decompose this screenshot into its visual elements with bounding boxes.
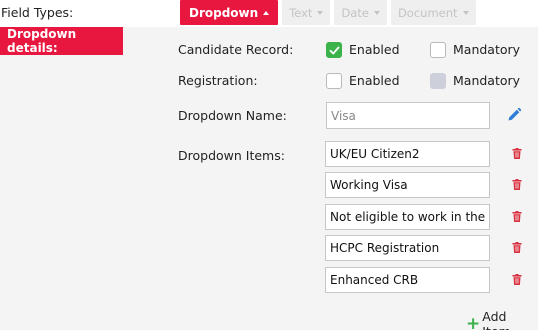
caret-down-icon <box>317 10 324 15</box>
dropdown-item-input[interactable]: HCPC Registration <box>325 235 490 261</box>
tab-date-label: Date <box>341 5 369 20</box>
candidate-record-label: Candidate Record: <box>178 42 294 57</box>
dropdown-item-input[interactable]: Not eligible to work in the U <box>325 204 490 230</box>
candidate-record-mandatory-label: Mandatory <box>453 42 521 57</box>
check-icon <box>329 46 340 55</box>
plus-icon: + <box>466 314 481 330</box>
tab-text-label: Text <box>289 5 313 20</box>
caret-down-icon <box>373 10 380 15</box>
trash-icon[interactable] <box>512 242 522 253</box>
candidate-record-enabled-checkbox[interactable] <box>326 42 342 58</box>
dropdown-items-label: Dropdown Items: <box>178 148 285 163</box>
candidate-record-mandatory-checkbox[interactable] <box>430 42 446 58</box>
caret-up-icon <box>263 10 270 15</box>
trash-icon[interactable] <box>512 179 522 190</box>
registration-enabled-checkbox[interactable] <box>326 73 342 89</box>
registration-label: Registration: <box>178 73 258 88</box>
tab-dropdown[interactable]: Dropdown <box>180 0 279 25</box>
dropdown-details-tag: Dropdown details: <box>0 27 123 55</box>
registration-mandatory-label: Mandatory <box>453 73 521 88</box>
registration-mandatory-checkbox[interactable] <box>430 73 446 89</box>
pencil-icon[interactable] <box>506 107 522 123</box>
caret-down-icon <box>462 10 469 15</box>
tab-document[interactable]: Document <box>390 0 476 25</box>
tab-document-label: Document <box>397 5 458 20</box>
field-type-tabs: Dropdown Text Date Document <box>180 0 476 25</box>
add-item-button[interactable]: + Add Item <box>466 309 538 330</box>
candidate-record-enabled-label: Enabled <box>349 42 400 57</box>
tab-date[interactable]: Date <box>334 0 387 25</box>
add-item-label: Add Item <box>482 309 510 330</box>
dropdown-item-input[interactable]: Enhanced CRB <box>325 267 490 293</box>
trash-icon[interactable] <box>512 211 522 222</box>
dropdown-item-input[interactable]: Working Visa <box>325 172 490 198</box>
trash-icon[interactable] <box>512 148 522 159</box>
dropdown-name-input[interactable] <box>326 102 490 129</box>
tab-text[interactable]: Text <box>282 0 331 25</box>
dropdown-name-label: Dropdown Name: <box>178 108 287 123</box>
field-types-label: Field Types: <box>1 5 74 20</box>
tab-dropdown-label: Dropdown <box>189 5 259 20</box>
trash-icon[interactable] <box>512 274 522 285</box>
registration-enabled-label: Enabled <box>349 73 400 88</box>
dropdown-item-input[interactable]: UK/EU Citizen2 <box>325 141 490 167</box>
